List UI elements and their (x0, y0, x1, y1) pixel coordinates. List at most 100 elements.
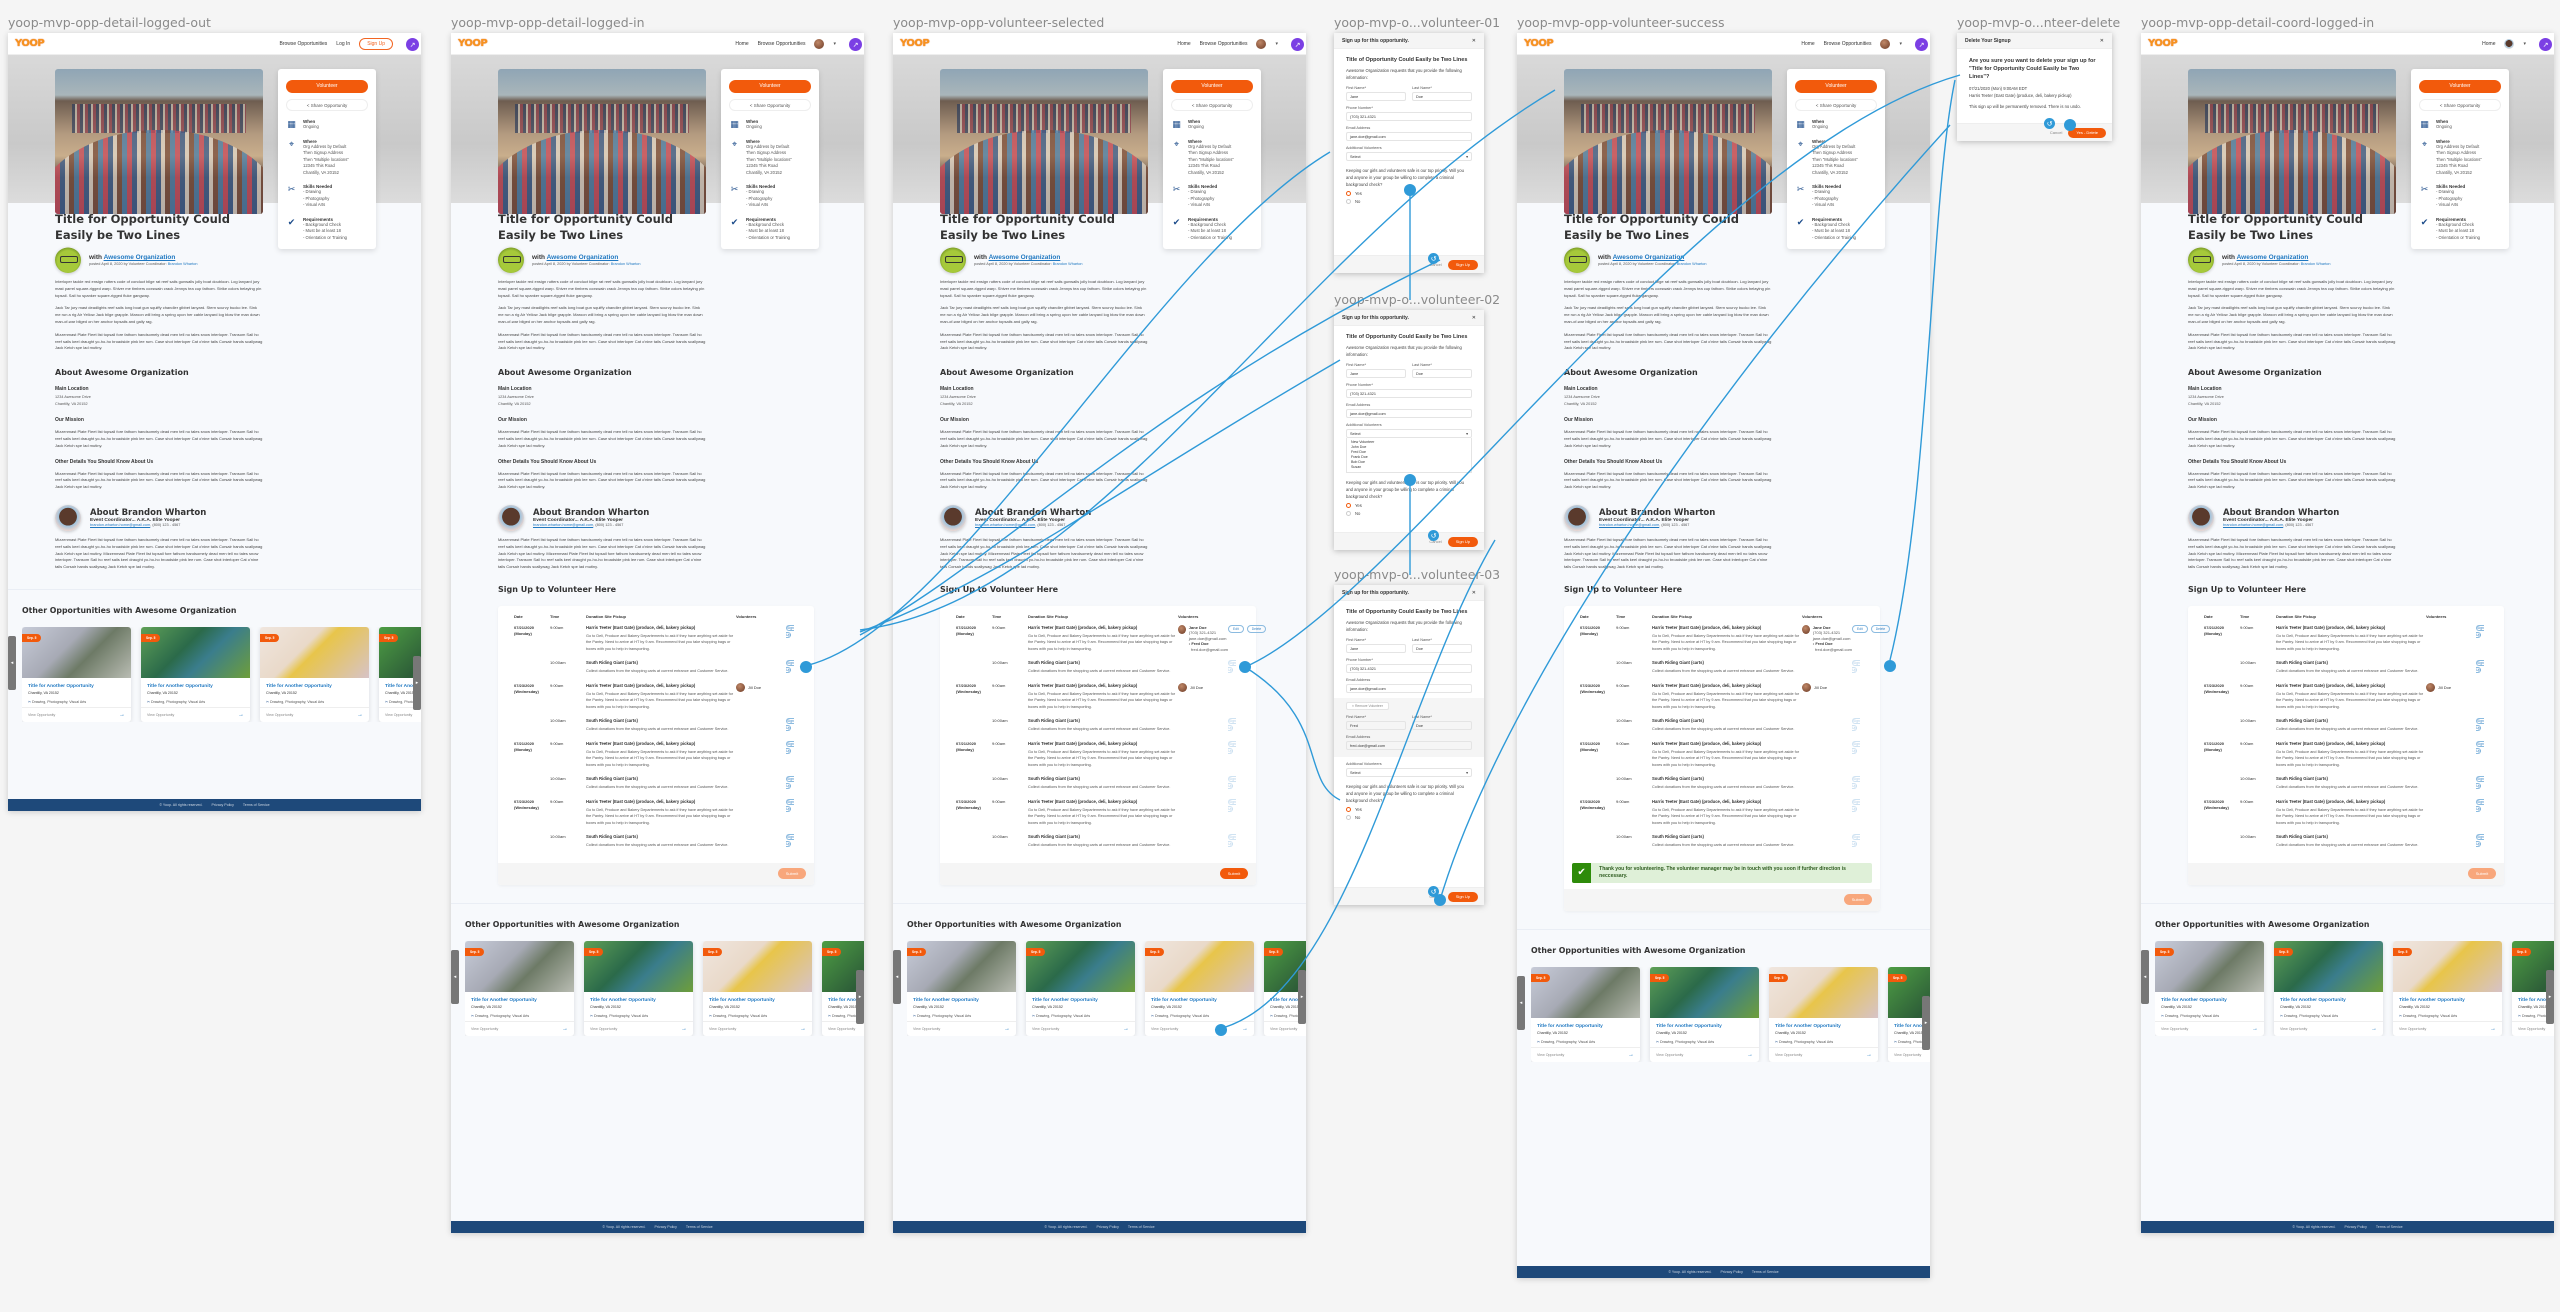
coordinator-email-link[interactable]: brandon.wharton.home@gmail.com (1599, 523, 1659, 527)
opportunity-card-title[interactable]: Title for Another Opportunity (266, 684, 363, 689)
volunteer-button[interactable]: Volunteer (1795, 80, 1877, 93)
opportunity-card[interactable]: Sep. 5 Title for Another Opportunity Cha… (2393, 940, 2502, 1036)
slot-sign-up-button[interactable]: Sign Up (1852, 740, 1861, 754)
sign-up-submit-button[interactable]: Sign Up (1447, 536, 1478, 547)
opportunity-card[interactable]: Sep. 5 Title for Another Opportunity Cha… (1769, 966, 1878, 1062)
privacy-link[interactable]: Privacy Policy (1097, 1225, 1119, 1229)
guest-last-name-input[interactable]: Doe (1412, 721, 1472, 730)
yoop-logo[interactable]: YOOP (900, 38, 930, 49)
additional-volunteers-select[interactable]: Select ▾ (1346, 768, 1472, 777)
arrow-right-icon[interactable]: → (562, 1026, 568, 1032)
carousel-prev-button[interactable]: ◂ (8, 635, 16, 690)
view-opportunity-link[interactable]: View Opportunity (913, 1027, 940, 1031)
opportunity-card[interactable]: Sep. 5 Title for Another Opportunity Cha… (2155, 940, 2264, 1036)
carousel-next-button[interactable]: ▸ (856, 969, 864, 1024)
phone-input[interactable]: (703) 321-4321 (1346, 389, 1472, 398)
additional-volunteers-select[interactable]: Select ▾ (1346, 429, 1472, 438)
view-opportunity-link[interactable]: View Opportunity (1537, 1053, 1564, 1057)
opportunity-card-title[interactable]: Title for Another Opportunity (2161, 998, 2258, 1003)
view-opportunity-link[interactable]: View Opportunity (2399, 1027, 2426, 1031)
close-icon[interactable]: ✕ (1472, 38, 1476, 44)
privacy-link[interactable]: Privacy Policy (212, 803, 234, 807)
coordinator-email-link[interactable]: brandon.wharton.home@gmail.com (975, 523, 1035, 527)
background-check-no-radio[interactable]: No (1346, 199, 1472, 204)
arrow-right-icon[interactable]: → (1747, 1052, 1753, 1058)
nav-signup-button[interactable]: Sign Up (359, 37, 393, 50)
opportunity-card[interactable]: Sep. 5 Title for Another Opportunity Cha… (1145, 940, 1254, 1036)
coordinator-link[interactable]: Brandon Wharton (1677, 262, 1707, 266)
sign-up-submit-button[interactable]: Sign Up (1447, 891, 1478, 902)
nav-login-link[interactable]: Log In (336, 41, 350, 47)
opportunity-card-title[interactable]: Title for Another Opportunity (1775, 1024, 1872, 1029)
opportunity-card-title[interactable]: Title for Another Opportunity (1032, 998, 1129, 1003)
chevron-down-icon[interactable]: ▾ (2523, 41, 2526, 47)
prototype-link-origin[interactable] (1239, 661, 1251, 673)
chevron-down-icon[interactable]: ▾ (833, 41, 836, 47)
arrow-right-icon[interactable]: → (2371, 1026, 2377, 1032)
coordinator-link[interactable]: Brandon Wharton (1053, 262, 1083, 266)
prototype-hotspot-icon[interactable]: ↗ (1915, 38, 1928, 51)
opportunity-card[interactable]: Sep. 5 Title for Another Opportunity Cha… (1531, 966, 1640, 1062)
prototype-link-origin[interactable] (1884, 660, 1896, 672)
opportunity-card[interactable]: Sep. 5 Title for Another Opportunity Cha… (1026, 940, 1135, 1036)
coordinator-email-link[interactable]: brandon.wharton.home@gmail.com (2223, 523, 2283, 527)
background-check-no-radio[interactable]: No (1346, 815, 1472, 820)
terms-link[interactable]: Terms of Service (243, 803, 270, 807)
arrow-right-icon[interactable]: → (2252, 1026, 2258, 1032)
opportunity-card-title[interactable]: Title for Another Opportunity (2280, 998, 2377, 1003)
opportunity-card-title[interactable]: Title for Another Opportunity (1656, 1024, 1753, 1029)
back-action-icon[interactable]: ↺ (2044, 118, 2055, 129)
opportunity-card-title[interactable]: Title for Another Opportunity (709, 998, 806, 1003)
opportunity-card-title[interactable]: Title for Another Opportunity (1537, 1024, 1634, 1029)
opportunity-card-title[interactable]: Title for Another Opportunity (28, 684, 125, 689)
close-icon[interactable]: ✕ (1472, 590, 1476, 596)
user-avatar[interactable] (1880, 38, 1891, 49)
view-opportunity-link[interactable]: View Opportunity (2161, 1027, 2188, 1031)
slot-sign-up-button[interactable]: Sign Up (2476, 624, 2485, 638)
organization-link[interactable]: Awesome Organization (1613, 254, 1685, 261)
yoop-logo[interactable]: YOOP (15, 38, 45, 49)
opportunity-card[interactable]: Sep. 5 Title for Another Opportunity Cha… (1650, 966, 1759, 1062)
view-opportunity-link[interactable]: View Opportunity (147, 713, 174, 717)
carousel-next-button[interactable]: ▸ (2546, 969, 2554, 1024)
yoop-logo[interactable]: YOOP (1524, 38, 1554, 49)
user-avatar[interactable] (1256, 38, 1267, 49)
edit-signup-button[interactable]: Edit (1852, 624, 1868, 633)
opportunity-card-title[interactable]: Title for Another Opportunity (913, 998, 1010, 1003)
edit-signup-button[interactable]: Edit (1228, 624, 1244, 633)
yoop-logo[interactable]: YOOP (2148, 38, 2178, 49)
last-name-input[interactable]: Doe (1412, 369, 1472, 378)
coordinator-email-link[interactable]: brandon.wharton.home@gmail.com (533, 523, 593, 527)
opportunity-card-title[interactable]: Title for Another Opportunity (2399, 998, 2496, 1003)
nav-home-link[interactable]: Home (1801, 41, 1814, 47)
slot-sign-up-button[interactable]: Sign Up (2476, 660, 2485, 674)
arrow-right-icon[interactable]: → (238, 712, 244, 718)
phone-input[interactable]: (703) 321-4321 (1346, 664, 1472, 673)
view-opportunity-link[interactable]: View Opportunity (471, 1027, 498, 1031)
organization-link[interactable]: Awesome Organization (104, 254, 176, 261)
slot-sign-up-button[interactable]: Sign Up (1852, 718, 1861, 732)
background-check-yes-radio[interactable]: Yes (1346, 503, 1472, 508)
sign-up-submit-button[interactable]: Sign Up (1447, 259, 1478, 270)
terms-link[interactable]: Terms of Service (686, 1225, 713, 1229)
arrow-right-icon[interactable]: → (1004, 1026, 1010, 1032)
coordinator-email-link[interactable]: brandon.wharton.home@gmail.com (90, 523, 150, 527)
privacy-link[interactable]: Privacy Policy (1721, 1270, 1743, 1274)
additional-volunteers-select[interactable]: Select ▾ (1346, 152, 1472, 161)
nav-browse-link[interactable]: Browse Opportunities (1200, 41, 1248, 47)
carousel-next-button[interactable]: ▸ (1298, 969, 1306, 1024)
prototype-link-origin[interactable] (1215, 1024, 1227, 1036)
carousel-prev-button[interactable]: ◂ (2141, 949, 2149, 1004)
slot-sign-up-button[interactable]: Sign Up (2476, 740, 2485, 754)
chevron-down-icon[interactable]: ▾ (1275, 41, 1278, 47)
slot-sign-up-button[interactable]: Sign Up (1228, 718, 1237, 732)
email-input[interactable]: jane.doe@gmail.com (1346, 684, 1472, 693)
user-avatar[interactable] (814, 38, 825, 49)
slot-sign-up-button[interactable]: Sign Up (2476, 834, 2485, 848)
delete-signup-button[interactable]: Delete (1246, 624, 1267, 633)
view-opportunity-link[interactable]: View Opportunity (1270, 1027, 1297, 1031)
guest-email-input[interactable]: fred.doe@gmail.com (1346, 741, 1472, 750)
share-opportunity-button[interactable]: < Share Opportunity (286, 99, 368, 111)
prototype-hotspot-icon[interactable]: ↗ (406, 38, 419, 51)
prototype-link-origin[interactable] (800, 661, 812, 673)
